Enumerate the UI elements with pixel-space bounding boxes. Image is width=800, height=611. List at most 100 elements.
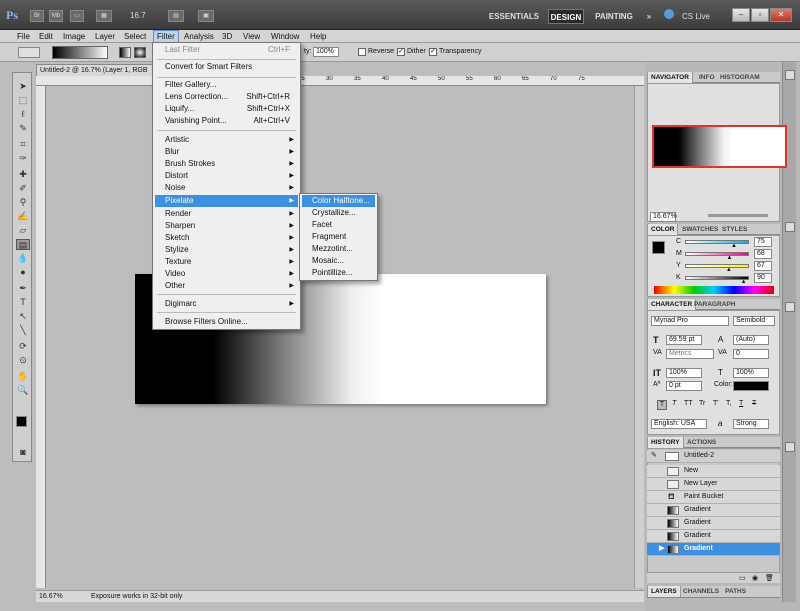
horizontal-scale-field[interactable]: 100%	[733, 368, 769, 378]
workspace-essentials[interactable]: ESSENTIALS	[484, 9, 544, 24]
dither-checkbox[interactable]: ✓	[397, 48, 405, 56]
document-tab[interactable]: Untitled-2 @ 16.7% (Layer 1, RGB	[36, 64, 156, 76]
menu-item-convert-smart-filters[interactable]: Convert for Smart Filters	[155, 61, 298, 73]
menu-item-mosaic[interactable]: Mosaic...	[302, 255, 375, 267]
minibridge-icon[interactable]: Mb	[49, 10, 63, 22]
maximize-button[interactable]: ▫	[751, 8, 769, 22]
channel-m-slider[interactable]	[685, 252, 749, 256]
history-step[interactable]: New	[647, 465, 780, 478]
slider-thumb-m[interactable]: ▲	[727, 255, 733, 261]
tab-styles[interactable]: STYLES	[719, 224, 750, 235]
menu-item-noise[interactable]: Noise ▶	[155, 182, 298, 194]
menu-item-texture[interactable]: Texture ▶	[155, 256, 298, 268]
navigator-zoom-slider[interactable]	[708, 214, 768, 217]
menu-item-other[interactable]: Other ▶	[155, 280, 298, 292]
cs-live-button[interactable]: CS Live	[676, 9, 716, 24]
subscript-button[interactable]: T,	[726, 400, 731, 407]
workspace-painting[interactable]: PAINTING	[592, 9, 636, 24]
menu-item-pointillize[interactable]: Pointillize...	[302, 267, 375, 279]
tab-paragraph[interactable]: PARAGRAPH	[691, 299, 738, 310]
menu-item-video[interactable]: Video ▶	[155, 268, 298, 280]
transparency-checkbox[interactable]: ✓	[429, 48, 437, 56]
font-size-field[interactable]: 69.59 pt	[666, 335, 702, 345]
menu-item-filter-gallery[interactable]: Filter Gallery...	[155, 79, 298, 91]
status-info[interactable]: Exposure works in 32-bit only	[91, 591, 182, 602]
faux-italic-button[interactable]: T	[672, 400, 676, 407]
menu-item-distort[interactable]: Distort ▶	[155, 170, 298, 182]
navigator-zoom-field[interactable]: 16.67%	[650, 212, 677, 222]
all-caps-button[interactable]: TT	[684, 400, 693, 407]
tab-character[interactable]: CHARACTER	[647, 299, 697, 310]
eraser-tool-icon[interactable]: ▱	[16, 225, 30, 236]
quick-select-tool-icon[interactable]: ✎	[16, 123, 30, 134]
clone-stamp-tool-icon[interactable]: ⚲	[16, 197, 30, 208]
panel-icon[interactable]	[785, 302, 795, 312]
eyedropper-tool-icon[interactable]: ✑	[16, 153, 30, 164]
language-select[interactable]: English: USA	[651, 419, 707, 429]
zoom-tool-icon[interactable]: 🔍	[16, 385, 30, 396]
tracking-field[interactable]: 0	[733, 349, 769, 359]
menu-help[interactable]: Help	[307, 30, 329, 43]
tab-paths[interactable]: PATHS	[722, 586, 749, 597]
zoom-level-icon[interactable]: ▦	[96, 10, 112, 22]
reverse-checkbox[interactable]	[358, 48, 366, 56]
leading-field[interactable]: (Auto)	[733, 335, 769, 345]
gradient-picker[interactable]	[52, 46, 108, 59]
move-tool-icon[interactable]: ➤	[16, 81, 30, 92]
channel-m-value[interactable]: 68	[754, 249, 772, 259]
channel-c-value[interactable]: 75	[754, 237, 772, 247]
foreground-color-swatch[interactable]	[16, 416, 27, 427]
hand-tool-icon[interactable]: ✋	[16, 371, 30, 382]
healing-brush-tool-icon[interactable]: ✚	[16, 169, 30, 180]
tool-preset-picker[interactable]	[18, 47, 40, 58]
brush-tool-icon[interactable]: ✐	[16, 183, 30, 194]
menu-item-browse-filters-online[interactable]: Browse Filters Online...	[155, 316, 298, 328]
zoom-status[interactable]: 16.67%	[39, 591, 63, 602]
menu-image[interactable]: Image	[60, 30, 88, 43]
tab-channels[interactable]: CHANNELS	[680, 586, 722, 597]
delete-state-icon[interactable]: 🗑	[765, 574, 774, 582]
font-style-select[interactable]: Semibold	[733, 316, 775, 326]
panel-icon[interactable]	[785, 70, 795, 80]
color-spectrum-bar[interactable]	[654, 286, 774, 294]
foreground-color[interactable]	[652, 241, 665, 254]
history-step[interactable]: Gradient	[647, 530, 780, 543]
lasso-tool-icon[interactable]: ℓ	[16, 109, 30, 120]
workspace-design[interactable]: DESIGN	[548, 9, 584, 24]
font-family-select[interactable]: Myriad Pro	[651, 316, 729, 326]
tab-layers[interactable]: LAYERS	[647, 586, 681, 597]
menu-item-render[interactable]: Render ▶	[155, 208, 298, 220]
tab-history[interactable]: HISTORY	[647, 437, 684, 448]
history-step[interactable]: Gradient	[647, 517, 780, 530]
3d-rotate-tool-icon[interactable]: ⟳	[16, 341, 30, 352]
opacity-field[interactable]: 100%	[313, 47, 339, 57]
type-tool-icon[interactable]: T	[16, 297, 30, 308]
channel-y-slider[interactable]	[685, 264, 749, 268]
menu-item-color-halftone[interactable]: Color Halftone...	[302, 195, 375, 207]
gradient-tool-icon[interactable]: ▤	[16, 239, 30, 250]
linear-gradient-icon[interactable]	[119, 47, 131, 58]
crop-tool-icon[interactable]: ⌗	[16, 139, 30, 150]
minimize-button[interactable]: –	[732, 8, 750, 22]
tab-color[interactable]: COLOR	[647, 224, 679, 235]
tab-histogram[interactable]: HISTOGRAM	[717, 72, 763, 83]
antialias-select[interactable]: Strong	[733, 419, 769, 429]
slider-thumb-k[interactable]: ▲	[741, 279, 747, 285]
menu-layer[interactable]: Layer	[92, 30, 118, 43]
tab-swatches[interactable]: SWATCHES	[679, 224, 721, 235]
menu-item-blur[interactable]: Blur ▶	[155, 146, 298, 158]
3d-orbit-tool-icon[interactable]: ⊙	[16, 355, 30, 366]
menu-item-liquify[interactable]: Liquify... Shift+Ctrl+X	[155, 103, 298, 115]
screen-mode-icon[interactable]: ▣	[198, 10, 214, 22]
channel-k-slider[interactable]	[685, 276, 749, 280]
history-step[interactable]: ⛾ Paint Bucket	[647, 491, 780, 504]
marquee-tool-icon[interactable]: ⬚	[16, 95, 30, 106]
history-step[interactable]: Gradient	[647, 504, 780, 517]
shape-tool-icon[interactable]: ╲	[16, 325, 30, 336]
text-color-swatch[interactable]	[733, 381, 769, 391]
menu-item-artistic[interactable]: Artistic ▶	[155, 134, 298, 146]
cs-live-icon[interactable]	[664, 9, 674, 19]
menu-item-facet[interactable]: Facet	[302, 219, 375, 231]
menu-item-crystallize[interactable]: Crystallize...	[302, 207, 375, 219]
history-brush-tool-icon[interactable]: ✍	[16, 211, 30, 222]
